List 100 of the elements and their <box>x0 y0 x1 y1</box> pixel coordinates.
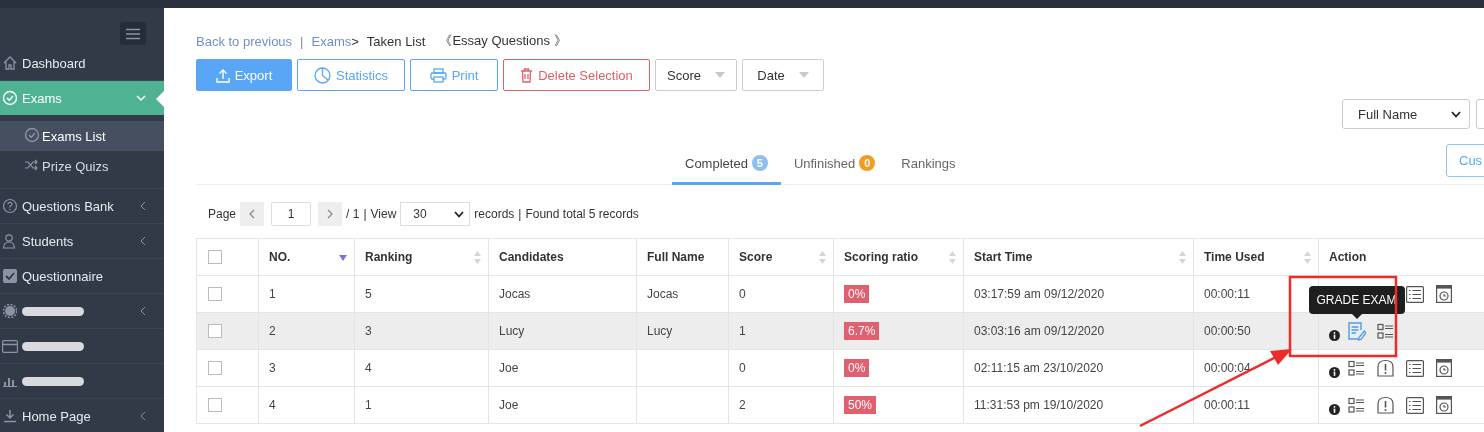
column-header[interactable]: Score <box>728 238 834 276</box>
table-cell: 3 <box>354 312 489 350</box>
menu-button[interactable] <box>120 22 146 45</box>
home-icon <box>2 55 18 71</box>
caret-icon <box>798 72 809 78</box>
table-cell: 03:17:59 am 09/12/2020 <box>963 275 1194 313</box>
table-cell: 0 <box>728 275 834 313</box>
user-icon <box>2 233 18 249</box>
checkbox[interactable] <box>208 361 222 376</box>
table-cell: Joe <box>488 386 637 424</box>
chevron-down-icon <box>1451 110 1461 118</box>
chevron-left-icon <box>139 306 146 316</box>
details-icon <box>1405 285 1424 303</box>
sort-icon <box>474 251 481 264</box>
trash-icon <box>520 67 534 83</box>
dropdown-button[interactable]: Date <box>742 59 824 91</box>
page-input[interactable]: 1 <box>271 202 312 226</box>
table-cell: 0 <box>728 349 834 387</box>
printer-icon <box>429 67 447 83</box>
breadcrumb-arrow: > <box>351 33 359 49</box>
chevron-down-icon <box>454 210 465 218</box>
ratio-badge: 0% <box>844 285 870 303</box>
table-cell: 00:00:11 <box>1193 386 1319 424</box>
toolbar-button[interactable]: Delete Selection <box>503 59 650 91</box>
table-cell: 11:31:53 pm 19/10/2020 <box>963 386 1194 424</box>
alert-icon <box>1376 395 1395 415</box>
tab-label: Rankings <box>901 155 956 171</box>
column-header[interactable]: Time Used <box>1193 238 1319 276</box>
redaction-mark <box>22 376 84 386</box>
submenu-item[interactable]: Exams List <box>0 121 164 151</box>
ratio-badge: 50% <box>844 396 877 414</box>
checkbox[interactable] <box>208 324 222 339</box>
next-page-button[interactable] <box>318 202 343 226</box>
upload-icon <box>215 67 230 83</box>
per-page-select[interactable]: 30 <box>400 202 471 226</box>
search-field-select[interactable]: Full Name <box>1342 99 1470 129</box>
card-icon <box>2 339 18 353</box>
records-label: records <box>474 207 515 221</box>
table-cell: Jocas <box>636 275 729 313</box>
sort-icon <box>1304 251 1311 264</box>
count-badge: 0 <box>859 155 876 171</box>
sidebar-item[interactable]: Questionnaire <box>0 259 164 294</box>
question-icon <box>2 198 18 214</box>
checkbox-icon <box>3 269 17 283</box>
chevron-left-icon <box>139 236 146 246</box>
tab[interactable]: Rankings <box>888 144 969 185</box>
alert-icon <box>1376 358 1395 378</box>
download-icon <box>3 409 17 423</box>
ratio-badge: 6.7% <box>844 322 880 340</box>
checkbox[interactable] <box>208 398 222 413</box>
sort-descending-icon <box>339 255 347 261</box>
submenu-item[interactable]: Prize Quizs <box>0 151 164 181</box>
table-cell: Joe <box>488 349 637 387</box>
table-cell: 1 <box>728 312 834 350</box>
chevron-left-icon <box>249 209 256 219</box>
table-cell: 00:00:50 <box>1193 312 1319 350</box>
sidebar-item[interactable]: Students <box>0 224 164 259</box>
gear-icon <box>3 304 17 318</box>
table-cell: 4 <box>258 386 355 424</box>
table-cell: 5 <box>354 275 489 313</box>
check-circle-icon <box>2 90 18 106</box>
column-header[interactable]: Start Time <box>963 238 1194 276</box>
column-header[interactable]: Scoring ratio <box>833 238 964 276</box>
table-cell: 4 <box>354 349 489 387</box>
column-header[interactable]: Ranking <box>354 238 489 276</box>
chevron-left-icon <box>139 411 146 421</box>
redaction-mark <box>22 306 84 316</box>
table-cell: 3 <box>258 349 355 387</box>
caret-icon <box>715 72 725 78</box>
separator: | <box>363 207 367 221</box>
dropdown-button[interactable]: Score <box>655 59 737 91</box>
redaction-mark <box>22 341 84 351</box>
previous-page-button[interactable] <box>240 202 265 226</box>
clock-window-icon <box>1435 396 1452 414</box>
pie-chart-icon <box>314 66 331 84</box>
table-cell: 02:11:15 am 23/10/2020 <box>963 349 1194 387</box>
check-circle-icon <box>24 126 40 143</box>
chevron-left-icon <box>139 201 146 211</box>
count-badge: 5 <box>751 155 768 171</box>
table-cell: Jocas <box>488 275 637 313</box>
table-cell: 2 <box>728 386 834 424</box>
ratio-badge: 0% <box>844 359 870 377</box>
tab[interactable]: Unfinished 0 <box>780 144 889 185</box>
separator: | <box>518 207 522 221</box>
chevron-right-icon <box>327 209 334 219</box>
column-header[interactable]: Action <box>1318 238 1484 276</box>
checklist-icon <box>1348 359 1365 377</box>
checklist-icon <box>1377 322 1394 340</box>
checkbox[interactable] <box>208 250 222 265</box>
column-header[interactable]: Full Name <box>636 238 729 276</box>
column-header[interactable]: NO. <box>258 238 355 276</box>
checkbox[interactable] <box>208 287 222 302</box>
sidebar-item[interactable]: Questions Bank <box>0 189 164 224</box>
sidebar-item[interactable]: Home Page <box>0 399 164 432</box>
breadcrumb-separator: | <box>300 33 304 49</box>
tab[interactable]: Completed 5 <box>672 144 781 185</box>
breadcrumb-current: Taken List <box>366 33 426 49</box>
tab-label: Unfinished <box>793 155 856 171</box>
column-header[interactable]: Candidates <box>488 238 637 276</box>
tab-label: Completed <box>685 155 748 171</box>
